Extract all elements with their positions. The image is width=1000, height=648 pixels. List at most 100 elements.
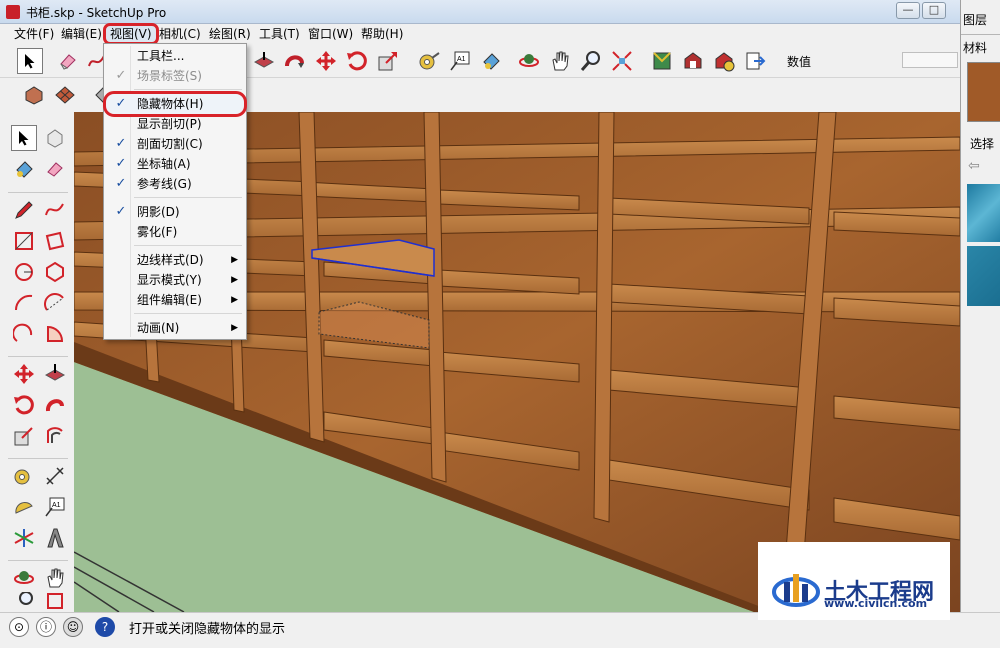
menu-item-section-cuts[interactable]: ✓ 剖面切割(C) [106, 134, 244, 154]
geo-location-icon[interactable]: ⊙ [9, 617, 29, 637]
value-input[interactable] [902, 52, 958, 68]
tape-measure-icon[interactable] [416, 48, 442, 74]
push-pull-icon[interactable] [42, 361, 68, 387]
follow-me-icon[interactable] [282, 48, 308, 74]
menu-camera[interactable]: 相机(C) [155, 26, 205, 42]
rotate-icon[interactable] [11, 392, 37, 418]
minimize-button[interactable]: — [896, 2, 920, 19]
menu-item-guides[interactable]: ✓ 参考线(G) [106, 174, 244, 194]
menu-item-fog[interactable]: 雾化(F) [106, 222, 244, 242]
submenu-arrow-icon: ▶ [231, 323, 238, 333]
menu-separator [134, 89, 242, 90]
menu-view[interactable]: 视图(V) [103, 23, 159, 45]
rotated-rectangle-icon[interactable] [42, 228, 68, 254]
menu-draw[interactable]: 绘图(R) [205, 26, 255, 42]
make-component-icon[interactable] [42, 125, 68, 151]
paint-bucket-icon[interactable] [478, 48, 504, 74]
menu-item-label: 组件编辑(E) [137, 293, 202, 307]
user-icon[interactable]: ☺ [63, 617, 83, 637]
move-icon[interactable] [313, 48, 339, 74]
zoom-icon[interactable] [578, 48, 604, 74]
move-icon[interactable] [11, 361, 37, 387]
menu-item-label: 显示模式(Y) [137, 273, 202, 287]
components-icon[interactable] [649, 48, 675, 74]
3d-text-icon[interactable] [42, 525, 68, 551]
select-tool-icon[interactable] [11, 125, 37, 151]
rotate-icon[interactable] [344, 48, 370, 74]
menu-item-label: 动画(N) [137, 321, 180, 335]
maximize-button[interactable]: □ [922, 2, 946, 19]
menu-item-toolbars[interactable]: 工具栏... [106, 46, 244, 66]
menu-item-section-planes[interactable]: 显示剖切(P) [106, 114, 244, 134]
svg-text:A1: A1 [52, 502, 61, 509]
export-icon[interactable] [742, 48, 768, 74]
menu-item-hidden-geometry[interactable]: ✓ 隐藏物体(H) [103, 91, 247, 117]
water-material-swatch[interactable] [967, 184, 1000, 242]
sketchup-window: 书柜.skp - SketchUp Pro — □ 文件(F) 编辑(E) 视图… [0, 0, 1000, 648]
orbit-icon[interactable] [516, 48, 542, 74]
tape-measure-icon[interactable] [11, 463, 37, 489]
three-point-arc-icon[interactable] [11, 321, 37, 347]
polygon-icon[interactable] [42, 259, 68, 285]
warehouse-icon[interactable] [680, 48, 706, 74]
share-model-icon[interactable] [711, 48, 737, 74]
text-icon[interactable]: A1 [42, 494, 68, 520]
select-label: 选择 [970, 137, 995, 151]
menu-item-animation[interactable]: 动画(N) ▶ [106, 318, 244, 338]
protractor-icon[interactable] [11, 494, 37, 520]
menu-item-component-edit[interactable]: 组件编辑(E) ▶ [106, 290, 244, 310]
large-tool-set: A1 [0, 112, 74, 612]
dimension-icon[interactable] [42, 463, 68, 489]
push-pull-icon[interactable] [251, 48, 277, 74]
menu-edit[interactable]: 编辑(E) [57, 26, 106, 42]
axes-icon[interactable] [11, 525, 37, 551]
menu-item-label: 工具栏... [137, 49, 185, 63]
menu-item-shadows[interactable]: ✓ 阴影(D) [106, 202, 244, 222]
pan-icon[interactable] [42, 565, 68, 591]
menu-item-label: 参考线(G) [137, 177, 192, 191]
text-icon[interactable]: A1 [447, 48, 473, 74]
zoom-window-icon[interactable] [42, 592, 68, 610]
orbit-icon[interactable] [11, 565, 37, 591]
back-arrow-icon[interactable]: ⇦ [968, 158, 980, 174]
menu-tools[interactable]: 工具(T) [255, 26, 304, 42]
menu-item-scene-tabs[interactable]: ✓ 场景标签(S) [106, 66, 244, 86]
menu-file[interactable]: 文件(F) [10, 26, 58, 42]
paint-bucket-icon[interactable] [11, 156, 37, 182]
menu-item-edge-style[interactable]: 边线样式(D) ▶ [106, 250, 244, 270]
eraser-icon[interactable] [42, 156, 68, 182]
help-icon[interactable]: ? [95, 617, 115, 637]
credits-icon[interactable]: ⓘ [36, 617, 56, 637]
eraser-icon[interactable] [55, 48, 81, 74]
menu-window[interactable]: 窗口(W) [304, 26, 357, 42]
zoom-icon[interactable] [11, 592, 37, 610]
menu-item-face-style[interactable]: 显示模式(Y) ▶ [106, 270, 244, 290]
menu-item-label: 场景标签(S) [137, 69, 202, 83]
two-point-arc-icon[interactable] [42, 290, 68, 316]
menu-separator [134, 197, 242, 198]
grid-material-icon[interactable] [52, 82, 78, 108]
checkmark-icon: ✓ [115, 96, 127, 111]
scale-icon[interactable] [11, 423, 37, 449]
checkmark-icon: ✓ [115, 136, 127, 151]
offset-icon[interactable] [42, 423, 68, 449]
arc-icon[interactable] [11, 290, 37, 316]
pencil-icon[interactable] [11, 197, 37, 223]
pan-icon[interactable] [547, 48, 573, 74]
freehand-icon[interactable] [42, 197, 68, 223]
select-tool-icon[interactable] [17, 48, 43, 74]
pie-icon[interactable] [42, 321, 68, 347]
menu-separator [134, 245, 242, 246]
circle-icon[interactable] [11, 259, 37, 285]
rectangle-icon[interactable] [11, 228, 37, 254]
make-component-icon[interactable] [21, 82, 47, 108]
menu-item-axes[interactable]: ✓ 坐标轴(A) [106, 154, 244, 174]
materials-tab[interactable]: 材料 [963, 39, 987, 56]
palette-divider [8, 356, 68, 357]
layers-tab[interactable]: 图层 [963, 11, 987, 28]
zoom-extents-icon[interactable] [609, 48, 635, 74]
blue-material-swatch[interactable] [967, 246, 1000, 306]
scale-icon[interactable] [375, 48, 401, 74]
follow-me-icon[interactable] [42, 392, 68, 418]
menu-help[interactable]: 帮助(H) [357, 26, 407, 42]
